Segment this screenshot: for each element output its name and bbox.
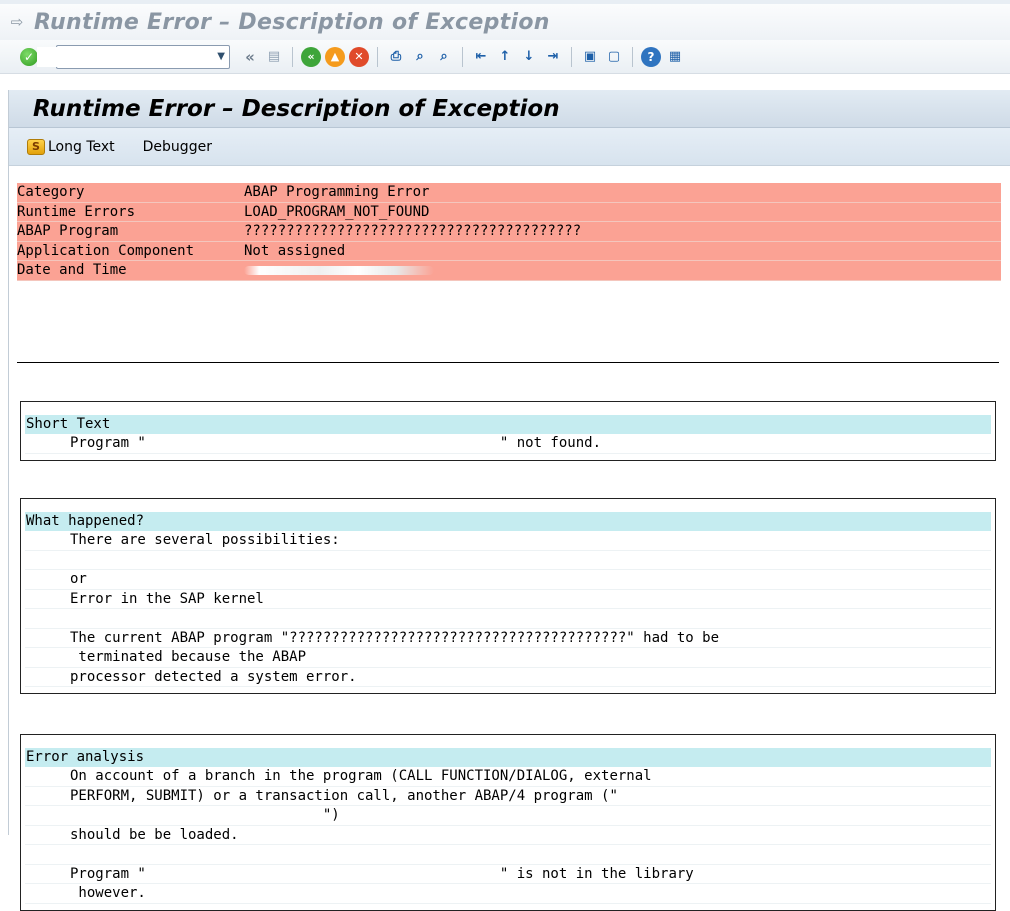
toolbar-separator xyxy=(571,46,572,67)
info-row-abap-program: ABAP Program ???????????????????????????… xyxy=(17,222,1001,242)
text-line: or xyxy=(25,570,991,590)
debugger-label: Debugger xyxy=(142,138,212,155)
section-heading: What happened? xyxy=(25,512,991,531)
toolbar-separator xyxy=(462,46,463,67)
enter-icon[interactable]: ✓ xyxy=(20,47,38,66)
cancel-icon[interactable]: ✕ xyxy=(349,46,369,67)
long-text-button[interactable]: S Long Text xyxy=(27,138,115,155)
info-row-date-time: Date and Time xyxy=(17,261,1001,281)
text-line: There are several possibilities: xyxy=(25,531,991,551)
text-line xyxy=(25,609,991,629)
exit-icon[interactable]: ▲ xyxy=(325,46,345,67)
screen-title: Runtime Error – Description of Exception xyxy=(33,95,560,122)
info-value: ???????????????????????????????????????? xyxy=(244,223,582,240)
text-line: however. xyxy=(25,884,991,904)
info-label: Application Component xyxy=(17,242,195,259)
error-info-table: Category ABAP Programming Error Runtime … xyxy=(17,183,1001,281)
back-icon[interactable]: « xyxy=(301,46,321,67)
info-row-application-component: Application Component Not assigned xyxy=(17,241,1001,261)
find-icon[interactable]: ⌕ xyxy=(410,47,430,67)
toolbar-separator xyxy=(632,46,633,67)
first-page-icon[interactable]: ⇤ xyxy=(471,47,491,67)
command-input[interactable] xyxy=(37,46,218,67)
info-label: ABAP Program xyxy=(17,223,119,240)
text-line: should be be loaded. xyxy=(25,826,991,845)
create-session-icon[interactable]: ▣ xyxy=(580,47,600,67)
what-happened-section: What happened? There are several possibi… xyxy=(20,498,996,694)
text-line: The current ABAP program "??????????????… xyxy=(25,629,991,648)
info-value-redacted xyxy=(244,262,1001,278)
text-line: Program " " is not in the library xyxy=(25,865,991,884)
info-value: Not assigned xyxy=(244,242,346,259)
error-analysis-section: Error analysis On account of a branch in… xyxy=(20,734,996,911)
shortcut-icon[interactable]: ▢ xyxy=(604,47,624,67)
section-heading: Short Text xyxy=(25,415,991,434)
toolbar-separator xyxy=(377,46,378,67)
application-toolbar: S Long Text Debugger xyxy=(9,128,1010,166)
info-value: ABAP Programming Error xyxy=(244,184,430,201)
error-content: Category ABAP Programming Error Runtime … xyxy=(9,166,1010,911)
text-line: On account of a branch in the program (C… xyxy=(25,767,991,787)
save-icon[interactable]: ▤ xyxy=(264,47,284,67)
text-line: ") xyxy=(25,806,991,826)
text-line: terminated because the ABAP xyxy=(25,648,991,668)
info-label: Runtime Errors xyxy=(17,203,136,220)
text-line: Error in the SAP kernel xyxy=(25,590,991,609)
info-row-category: Category ABAP Programming Error xyxy=(17,183,1001,203)
last-page-icon[interactable]: ⇥ xyxy=(543,47,563,67)
system-toolbar: ✓ ▼ « ▤ « ▲ ✕ ⎙ ⌕ ⌕ ⇤ ↑ ↓ ⇥ ▣ ▢ ? ▦ xyxy=(0,40,1010,74)
double-chevron-left-icon[interactable]: « xyxy=(240,47,260,67)
text-line: Program " " not found. xyxy=(25,434,991,454)
print-icon[interactable]: ⎙ xyxy=(386,47,406,67)
text-line: processor detected a system error. xyxy=(25,668,991,687)
toolbar-separator xyxy=(292,46,293,67)
long-text-label: Long Text xyxy=(48,138,115,155)
next-page-icon[interactable]: ↓ xyxy=(519,47,539,67)
text-line xyxy=(25,551,991,570)
info-label: Date and Time xyxy=(17,262,127,279)
text-line xyxy=(25,845,991,865)
info-label: Category xyxy=(17,184,85,201)
redaction-smear xyxy=(244,265,434,275)
short-text-section: Short Text Program " " not found. xyxy=(20,401,996,461)
layout-icon[interactable]: ▦ xyxy=(665,47,685,67)
text-line: PERFORM, SUBMIT) or a transaction call, … xyxy=(25,787,991,806)
chevron-down-icon[interactable]: ▼ xyxy=(217,51,225,62)
window-title: Runtime Error – Description of Exception xyxy=(34,9,550,35)
divider xyxy=(17,362,999,363)
previous-page-icon[interactable]: ↑ xyxy=(495,47,515,67)
window-title-bar: ⇨ Runtime Error – Description of Excepti… xyxy=(0,4,1010,40)
scroll-icon: S xyxy=(27,138,45,155)
command-field[interactable]: ▼ xyxy=(37,44,230,69)
screen-title-bar: Runtime Error – Description of Exception xyxy=(9,90,1010,128)
info-row-runtime-errors: Runtime Errors LOAD_PROGRAM_NOT_FOUND xyxy=(17,202,1001,222)
find-next-icon[interactable]: ⌕ xyxy=(434,47,454,67)
main-screen: Runtime Error – Description of Exception… xyxy=(8,90,1010,911)
menu-icon[interactable]: ⇨ xyxy=(8,13,26,31)
debugger-button[interactable]: Debugger xyxy=(143,139,212,155)
help-icon[interactable]: ? xyxy=(641,46,661,67)
info-value: LOAD_PROGRAM_NOT_FOUND xyxy=(244,203,430,220)
section-heading: Error analysis xyxy=(25,748,991,767)
